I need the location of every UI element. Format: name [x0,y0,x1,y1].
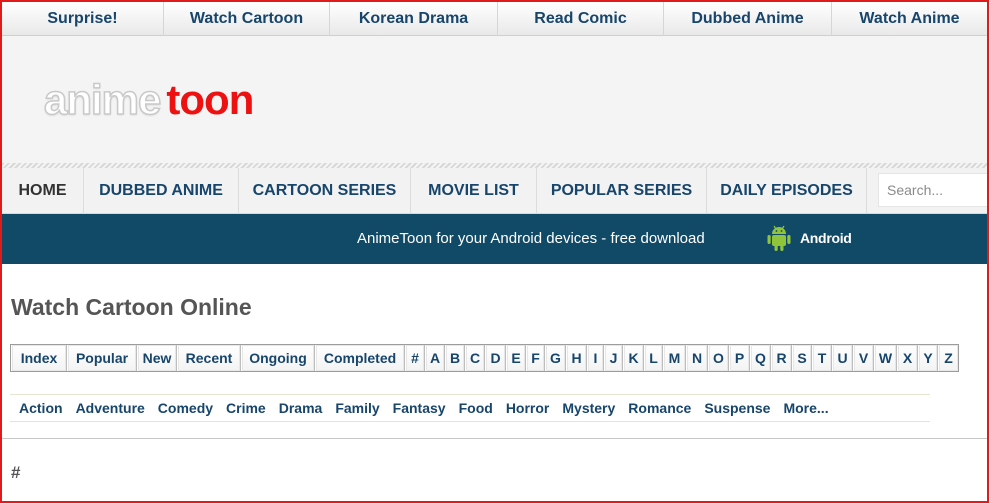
site-logo[interactable]: anime toon [43,78,254,122]
main-navigation: HOME DUBBED ANIME CARTOON SERIES MOVIE L… [2,168,987,214]
alpha-link-a[interactable]: A [425,345,445,371]
alpha-link-j[interactable]: J [604,345,623,371]
genre-link-food[interactable]: Food [459,400,493,416]
android-label[interactable]: Android [800,230,852,246]
nav-popular-series[interactable]: POPULAR SERIES [537,168,707,214]
promo-text[interactable]: AnimeToon for your Android devices - fre… [357,230,705,247]
alpha-link-y[interactable]: Y [918,345,938,371]
alpha-link-completed[interactable]: Completed [315,345,405,371]
alpha-link-i[interactable]: I [587,345,604,371]
search-input[interactable] [878,173,987,207]
android-icon[interactable] [766,224,792,252]
genre-link-crime[interactable]: Crime [226,400,266,416]
section-heading: # [11,463,21,482]
top-link-watch-cartoon[interactable]: Watch Cartoon [164,2,330,36]
alpha-link-g[interactable]: G [545,345,566,371]
genre-link-action[interactable]: Action [19,400,63,416]
alpha-link-f[interactable]: F [526,345,545,371]
alpha-link-m[interactable]: M [663,345,686,371]
genre-link-romance[interactable]: Romance [628,400,691,416]
top-link-bar: Surprise! Watch Cartoon Korean Drama Rea… [2,2,987,36]
genre-link-drama[interactable]: Drama [279,400,323,416]
alpha-link-popular[interactable]: Popular [67,345,137,371]
genre-bar: Action Adventure Comedy Crime Drama Fami… [10,394,930,422]
alpha-link-w[interactable]: W [874,345,897,371]
alpha-link-u[interactable]: U [832,345,853,371]
genre-link-fantasy[interactable]: Fantasy [393,400,446,416]
logo-text-anime: anime [43,76,162,123]
alpha-link-c[interactable]: C [465,345,485,371]
alphabet-index-bar: Index Popular New Recent Ongoing Complet… [10,344,959,372]
alpha-link-b[interactable]: B [445,345,465,371]
alpha-link-r[interactable]: R [771,345,792,371]
top-link-watch-anime[interactable]: Watch Anime [832,2,987,36]
alpha-link-ongoing[interactable]: Ongoing [241,345,315,371]
alpha-link-s[interactable]: S [792,345,812,371]
logo-text-toon: toon [166,76,254,123]
alpha-link-x[interactable]: X [897,345,918,371]
alpha-link-o[interactable]: O [708,345,729,371]
genre-link-comedy[interactable]: Comedy [158,400,213,416]
genre-link-more[interactable]: More... [783,400,828,416]
alpha-link-hash[interactable]: # [405,345,425,371]
alpha-link-q[interactable]: Q [750,345,771,371]
nav-home[interactable]: HOME [2,168,84,214]
alpha-link-v[interactable]: V [853,345,874,371]
alpha-link-recent[interactable]: Recent [177,345,241,371]
genre-link-suspense[interactable]: Suspense [704,400,770,416]
content-divider [2,438,987,439]
nav-movie-list[interactable]: MOVIE LIST [411,168,537,214]
nav-dubbed-anime[interactable]: DUBBED ANIME [84,168,239,214]
top-link-dubbed-anime[interactable]: Dubbed Anime [664,2,832,36]
alpha-link-l[interactable]: L [644,345,663,371]
genre-link-adventure[interactable]: Adventure [76,400,145,416]
alpha-link-z[interactable]: Z [938,345,958,371]
genre-link-horror[interactable]: Horror [506,400,550,416]
alpha-link-e[interactable]: E [506,345,526,371]
page-title: Watch Cartoon Online [11,294,252,320]
alpha-link-index[interactable]: Index [11,345,67,371]
alpha-link-t[interactable]: T [812,345,832,371]
top-link-surprise[interactable]: Surprise! [2,2,164,36]
genre-link-mystery[interactable]: Mystery [562,400,615,416]
genre-link-family[interactable]: Family [335,400,379,416]
alpha-link-p[interactable]: P [729,345,750,371]
alpha-link-d[interactable]: D [485,345,506,371]
nav-daily-episodes[interactable]: DAILY EPISODES [707,168,867,214]
nav-cartoon-series[interactable]: CARTOON SERIES [239,168,411,214]
alpha-link-h[interactable]: H [566,345,587,371]
alpha-link-n[interactable]: N [686,345,708,371]
alpha-link-new[interactable]: New [137,345,177,371]
alpha-link-k[interactable]: K [623,345,644,371]
top-link-read-comic[interactable]: Read Comic [498,2,664,36]
top-link-korean-drama[interactable]: Korean Drama [330,2,498,36]
